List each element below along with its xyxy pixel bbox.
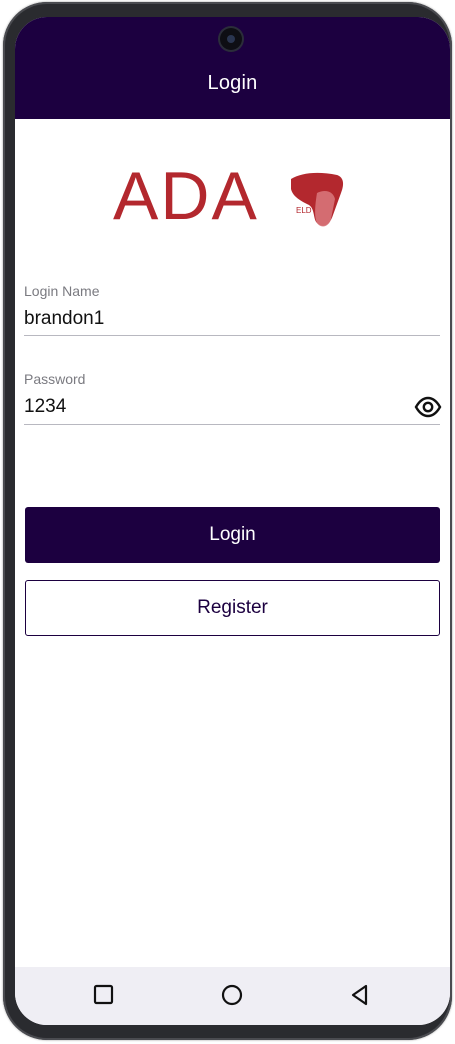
home-circle-icon[interactable] bbox=[220, 983, 244, 1007]
back-triangle-icon[interactable] bbox=[348, 983, 372, 1007]
logo-subtext: ELD bbox=[296, 206, 312, 215]
eye-icon[interactable] bbox=[414, 395, 442, 419]
login-name-input[interactable]: brandon1 bbox=[24, 308, 104, 330]
logo-mark-icon: ELD bbox=[291, 172, 344, 227]
page-title: Login bbox=[207, 72, 258, 94]
phone-frame: Login ADA ELD Login Name brandon1 Passwo… bbox=[3, 2, 452, 1040]
register-button[interactable]: Register bbox=[25, 580, 440, 636]
password-input[interactable]: 1234 bbox=[24, 396, 66, 418]
system-nav-bar bbox=[15, 967, 450, 1025]
login-name-label: Login Name bbox=[24, 283, 100, 299]
login-name-field[interactable]: Login Name brandon1 bbox=[24, 283, 440, 336]
login-button[interactable]: Login bbox=[25, 507, 440, 563]
password-label: Password bbox=[24, 371, 86, 387]
screen: Login ADA ELD Login Name brandon1 Passwo… bbox=[15, 17, 450, 1025]
app-bar: Login bbox=[15, 17, 450, 119]
logo-text: ADA bbox=[113, 158, 259, 234]
front-camera bbox=[220, 28, 242, 50]
password-field[interactable]: Password 1234 bbox=[24, 371, 442, 425]
recents-square-icon[interactable] bbox=[92, 983, 116, 1007]
ada-eld-logo: ADA ELD bbox=[113, 158, 353, 237]
